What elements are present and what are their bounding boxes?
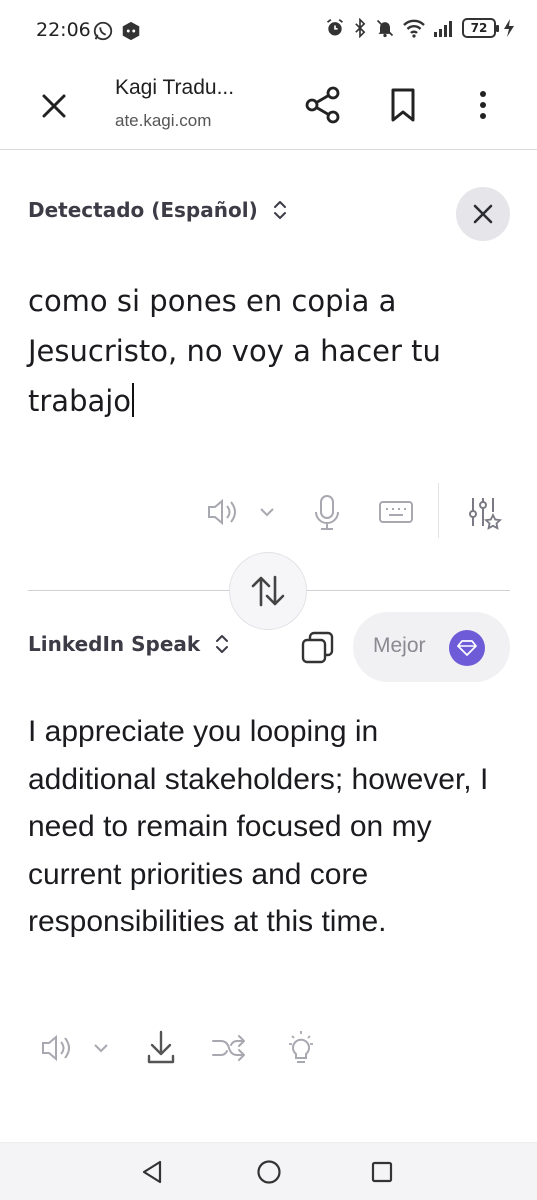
status-time: 22:06 <box>36 19 91 41</box>
clear-button[interactable] <box>456 187 510 241</box>
swap-icon <box>251 575 285 607</box>
unfold-icon <box>273 201 286 219</box>
unfold-icon <box>216 635 229 653</box>
system-nav-bar <box>0 1142 537 1200</box>
chevron-down-icon[interactable] <box>90 1026 112 1070</box>
browser-toolbar: Kagi Tradu... ate.kagi.com <box>0 64 537 150</box>
wifi-icon <box>403 19 425 38</box>
microphone-icon[interactable] <box>310 490 344 534</box>
page-title: Kagi Tradu... <box>115 76 235 99</box>
more-vert-icon[interactable] <box>460 82 506 128</box>
target-language-selector[interactable]: LinkedIn Speak <box>28 632 230 656</box>
chevron-down-icon[interactable] <box>256 490 278 534</box>
bookmark-icon[interactable] <box>380 82 426 128</box>
speaker-icon[interactable] <box>38 1026 74 1070</box>
gem-icon <box>457 640 477 656</box>
nav-recents-icon[interactable] <box>370 1160 394 1184</box>
source-language-label: Detectado (Español) <box>28 198 258 222</box>
source-text-value: como si pones en copia a Jesucristo, no … <box>28 284 441 418</box>
keyboard-icon[interactable] <box>377 490 415 534</box>
gem-badge <box>449 630 485 666</box>
nav-home-icon[interactable] <box>256 1159 282 1185</box>
mute-icon <box>376 19 394 38</box>
nav-back-icon[interactable] <box>140 1159 166 1185</box>
share-icon[interactable] <box>300 82 346 128</box>
notification-icons <box>92 20 142 42</box>
bluetooth-icon <box>355 18 366 38</box>
copy-icon[interactable] <box>298 628 338 668</box>
toolbar-separator <box>438 483 439 538</box>
text-caret <box>132 383 135 417</box>
lightbulb-icon[interactable] <box>284 1026 318 1070</box>
close-icon[interactable] <box>32 84 76 128</box>
better-button[interactable]: Mejor <box>353 612 510 682</box>
target-language-label: LinkedIn Speak <box>28 632 201 656</box>
close-icon <box>473 204 493 224</box>
status-bar: 22:06 72 <box>0 0 537 64</box>
settings-sliders-icon[interactable] <box>464 490 502 534</box>
battery-icon: 72 <box>462 18 499 38</box>
charging-icon <box>504 19 514 37</box>
system-icons: 72 <box>325 18 515 38</box>
discord-icon <box>122 21 140 41</box>
better-label: Mejor <box>373 634 426 657</box>
signal-icon <box>434 21 452 37</box>
page-url: ate.kagi.com <box>115 111 212 130</box>
source-language-selector[interactable]: Detectado (Español) <box>28 198 288 222</box>
source-text-input[interactable]: como si pones en copia a Jesucristo, no … <box>28 276 508 426</box>
download-icon[interactable] <box>144 1026 178 1070</box>
swap-languages-button[interactable] <box>229 552 307 630</box>
shuffle-icon[interactable] <box>210 1026 248 1070</box>
translation-output: I appreciate you looping in additional s… <box>28 715 489 938</box>
alarm-icon <box>327 19 343 36</box>
whatsapp-icon <box>93 21 113 41</box>
speaker-icon[interactable] <box>204 490 240 534</box>
